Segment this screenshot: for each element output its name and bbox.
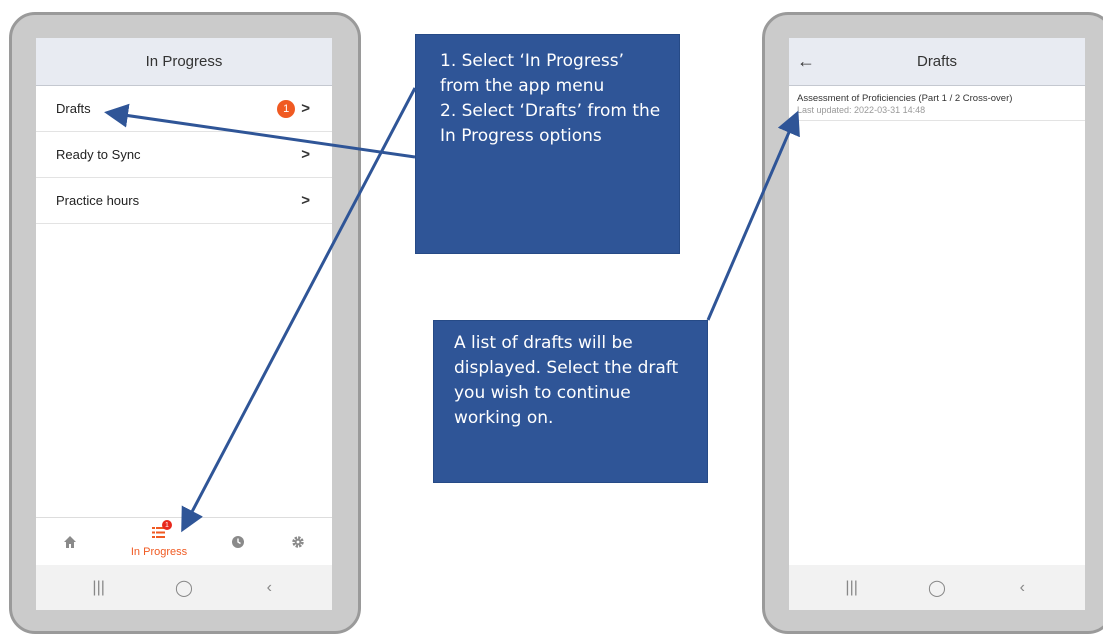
in-progress-options-list: Drafts 1 > Ready to Sync > Practice hour… <box>36 86 332 224</box>
gear-icon <box>292 536 304 548</box>
list-item-draft[interactable]: Assessment of Proficiencies (Part 1 / 2 … <box>789 86 1085 121</box>
drafts-list: Assessment of Proficiencies (Part 1 / 2 … <box>789 86 1085 121</box>
tab-settings[interactable] <box>268 518 328 566</box>
draft-title: Assessment of Proficiencies (Part 1 / 2 … <box>797 93 1013 104</box>
phone-frame-left: In Progress Drafts 1 > Ready to Sync > P… <box>9 12 361 634</box>
home-icon <box>64 536 76 548</box>
phone-screen-drafts: ← Drafts Assessment of Proficiencies (Pa… <box>789 38 1085 610</box>
list-item-label: Ready to Sync <box>56 147 141 162</box>
draft-last-updated: Last updated: 2022-03-31 14:48 <box>797 105 926 115</box>
instruction-callout-drafts-list: A list of drafts will be displayed. Sele… <box>433 320 708 483</box>
tab-label-in-progress: In Progress <box>130 546 188 558</box>
page-title: Drafts <box>916 53 957 70</box>
home-button[interactable]: ◯ <box>164 578 204 598</box>
list-item-ready-to-sync[interactable]: Ready to Sync > <box>36 132 332 178</box>
chevron-right-icon: > <box>301 192 310 209</box>
list-item-label: Drafts <box>56 101 91 116</box>
clock-icon <box>232 536 244 548</box>
back-arrow-icon[interactable]: ← <box>797 50 815 72</box>
count-badge: 1 <box>277 99 296 118</box>
back-button[interactable]: ‹ <box>249 579 289 597</box>
chevron-right-icon: > <box>301 146 310 163</box>
callout-text: A list of drafts will be displayed. Sele… <box>454 333 679 428</box>
phone-screen-in-progress: In Progress Drafts 1 > Ready to Sync > P… <box>36 38 332 610</box>
app-bar: ← Drafts <box>789 38 1085 86</box>
phone-frame-right: ← Drafts Assessment of Proficiencies (Pa… <box>762 12 1103 634</box>
tab-home[interactable] <box>40 518 100 566</box>
system-navigation-bar: ||| ◯ ‹ <box>789 565 1085 610</box>
app-bar: In Progress <box>36 38 332 86</box>
tab-in-progress[interactable]: 1 In Progress <box>124 518 194 566</box>
home-button[interactable]: ◯ <box>917 578 957 598</box>
list-item-practice-hours[interactable]: Practice hours > <box>36 178 332 224</box>
bottom-tab-bar: 1 In Progress <box>36 517 332 566</box>
tab-history[interactable] <box>208 518 268 566</box>
back-button[interactable]: ‹ <box>1002 579 1042 597</box>
chevron-right-icon: > <box>301 100 310 117</box>
instruction-callout-step-1-2: 1. Select ‘In Progress’ from the app men… <box>415 34 680 254</box>
tab-badge: 1 <box>162 520 172 530</box>
system-navigation-bar: ||| ◯ ‹ <box>36 565 332 610</box>
callout-text: 1. Select ‘In Progress’ from the app men… <box>440 51 661 146</box>
page-title: In Progress <box>145 53 223 70</box>
recents-button[interactable]: ||| <box>832 579 872 597</box>
recents-button[interactable]: ||| <box>79 579 119 597</box>
list-item-label: Practice hours <box>56 193 140 208</box>
list-item-drafts[interactable]: Drafts 1 > <box>36 86 332 132</box>
